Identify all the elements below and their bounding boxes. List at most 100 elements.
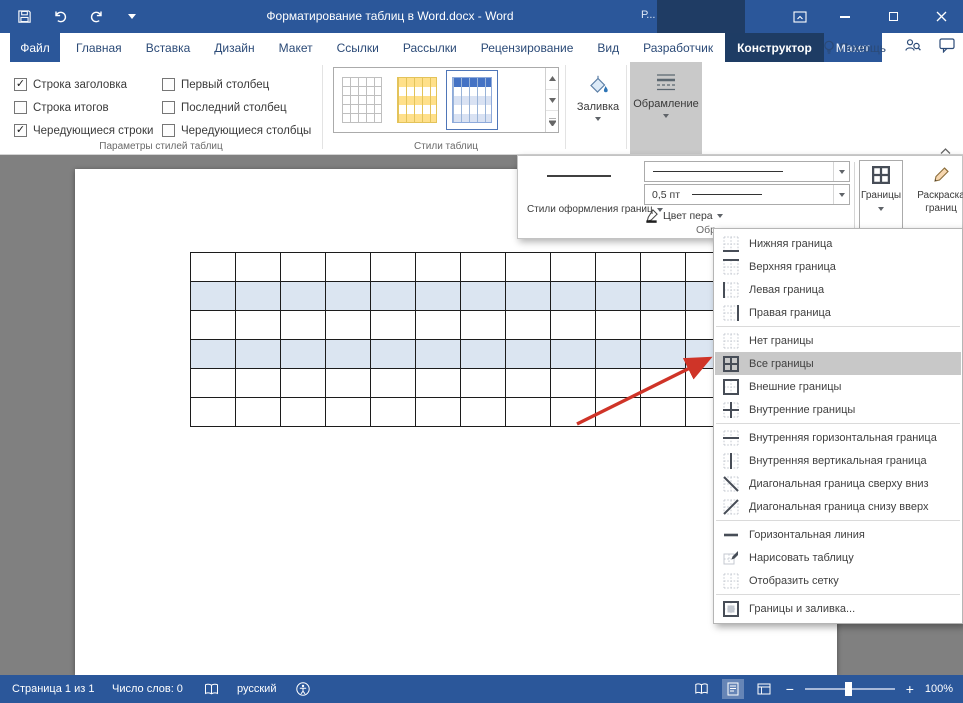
table-cell[interactable]: [550, 397, 596, 427]
table-cell[interactable]: [370, 339, 416, 369]
web-layout-icon[interactable]: [753, 679, 775, 699]
table-cell[interactable]: [235, 252, 281, 282]
ribbon-tab[interactable]: Рассылки: [391, 33, 469, 62]
word-count[interactable]: Число слов: 0: [112, 675, 183, 703]
chevron-down-icon[interactable]: [833, 162, 849, 181]
table-cell[interactable]: [190, 368, 236, 398]
accessibility-icon[interactable]: [296, 675, 310, 703]
table-cell[interactable]: [415, 368, 461, 398]
table-cell[interactable]: [595, 310, 641, 340]
table-cell[interactable]: [370, 368, 416, 398]
tab-file[interactable]: Файл: [10, 33, 60, 62]
save-icon[interactable]: [14, 5, 34, 29]
table-cell[interactable]: [460, 339, 506, 369]
gallery-more-icon[interactable]: [546, 111, 558, 132]
table-cell[interactable]: [460, 368, 506, 398]
table-cell[interactable]: [235, 368, 281, 398]
menu-item[interactable]: Границы и заливка...: [715, 597, 961, 620]
pen-color-button[interactable]: Цвет пера: [644, 206, 732, 225]
ribbon-tab[interactable]: Главная: [64, 33, 134, 62]
page-indicator[interactable]: Страница 1 из 1: [12, 675, 94, 703]
table-cell[interactable]: [460, 281, 506, 311]
gallery-scroll-up-icon[interactable]: [546, 68, 558, 90]
table-cell[interactable]: [190, 339, 236, 369]
ribbon-display-options-icon[interactable]: [785, 0, 815, 33]
language-indicator[interactable]: русский: [237, 675, 276, 703]
table-style-thumbnail-yellow[interactable]: [391, 70, 443, 130]
search-people-icon[interactable]: [904, 38, 921, 58]
table-style-option[interactable]: Чередующиеся столбцы: [162, 119, 332, 142]
border-painter-button[interactable]: Раскраска границ: [910, 160, 963, 234]
table-cell[interactable]: [505, 397, 551, 427]
ribbon-tab[interactable]: Рецензирование: [469, 33, 586, 62]
menu-item[interactable]: Верхняя граница: [715, 255, 961, 278]
table-cell[interactable]: [280, 397, 326, 427]
tab-help[interactable]: Помощь: [823, 40, 886, 55]
menu-item[interactable]: Горизонтальная линия: [715, 523, 961, 546]
zoom-out-button[interactable]: −: [784, 681, 796, 697]
table-cell[interactable]: [550, 281, 596, 311]
comments-icon[interactable]: [939, 37, 955, 58]
table-cell[interactable]: [325, 368, 371, 398]
table-cell[interactable]: [280, 368, 326, 398]
table-cell[interactable]: [640, 252, 686, 282]
table-cell[interactable]: [595, 397, 641, 427]
table-cell[interactable]: [280, 310, 326, 340]
table-cell[interactable]: [640, 281, 686, 311]
redo-icon[interactable]: [86, 5, 106, 29]
table-cell[interactable]: [280, 281, 326, 311]
table-style-thumbnail-plain[interactable]: [336, 70, 388, 130]
table-style-option[interactable]: Первый столбец: [162, 73, 332, 96]
menu-item[interactable]: Левая граница: [715, 278, 961, 301]
menu-item[interactable]: Отобразить сетку: [715, 569, 961, 592]
menu-item[interactable]: Внутренняя горизонтальная граница: [715, 426, 961, 449]
print-layout-icon[interactable]: [721, 679, 744, 699]
table-cell[interactable]: [550, 252, 596, 282]
shading-button[interactable]: Заливка: [570, 65, 626, 149]
table-cell[interactable]: [190, 310, 236, 340]
table-cell[interactable]: [415, 310, 461, 340]
table-cell[interactable]: [190, 397, 236, 427]
table-style-option[interactable]: ✓ Чередующиеся строки: [14, 119, 162, 142]
table-cell[interactable]: [640, 339, 686, 369]
table-cell[interactable]: [460, 252, 506, 282]
table-cell[interactable]: [640, 368, 686, 398]
borders-dropdown-button[interactable]: Границы: [859, 160, 903, 234]
table-cell[interactable]: [505, 368, 551, 398]
table-cell[interactable]: [190, 252, 236, 282]
menu-item[interactable]: Диагональная граница снизу вверх: [715, 495, 961, 518]
table-cell[interactable]: [370, 310, 416, 340]
table-cell[interactable]: [370, 397, 416, 427]
proofing-icon[interactable]: [204, 675, 219, 703]
table-cell[interactable]: [505, 310, 551, 340]
close-button[interactable]: [926, 0, 956, 33]
table-cell[interactable]: [460, 310, 506, 340]
table-cell[interactable]: [460, 397, 506, 427]
customize-qat-icon[interactable]: [122, 5, 142, 29]
table-cell[interactable]: [325, 281, 371, 311]
ribbon-tab[interactable]: Макет: [267, 33, 325, 62]
ribbon-tab[interactable]: Разработчик: [631, 33, 725, 62]
undo-icon[interactable]: [50, 5, 70, 29]
read-mode-icon[interactable]: [691, 679, 713, 699]
gallery-scroll-down-icon[interactable]: [546, 90, 558, 112]
ribbon-tab[interactable]: Вставка: [134, 33, 203, 62]
table-style-thumbnail-blue[interactable]: [446, 70, 498, 130]
menu-item[interactable]: Внутренняя вертикальная граница: [715, 449, 961, 472]
table-cell[interactable]: [595, 368, 641, 398]
table-cell[interactable]: [415, 397, 461, 427]
menu-item[interactable]: Внутренние границы: [715, 398, 961, 421]
line-weight-combo[interactable]: 0,5 пт: [644, 184, 850, 205]
line-style-combo[interactable]: [644, 161, 850, 182]
zoom-slider[interactable]: [804, 682, 895, 696]
table-cell[interactable]: [370, 281, 416, 311]
checkbox-checked-icon[interactable]: ✓: [14, 124, 27, 137]
table-cell[interactable]: [370, 252, 416, 282]
maximize-button[interactable]: [878, 0, 908, 33]
zoom-slider-thumb[interactable]: [844, 682, 852, 696]
checkbox-icon[interactable]: [162, 78, 175, 91]
ribbon-tab[interactable]: Ссылки: [325, 33, 391, 62]
checkbox-icon[interactable]: [162, 124, 175, 137]
checkbox-icon[interactable]: [162, 101, 175, 114]
table-cell[interactable]: [550, 310, 596, 340]
